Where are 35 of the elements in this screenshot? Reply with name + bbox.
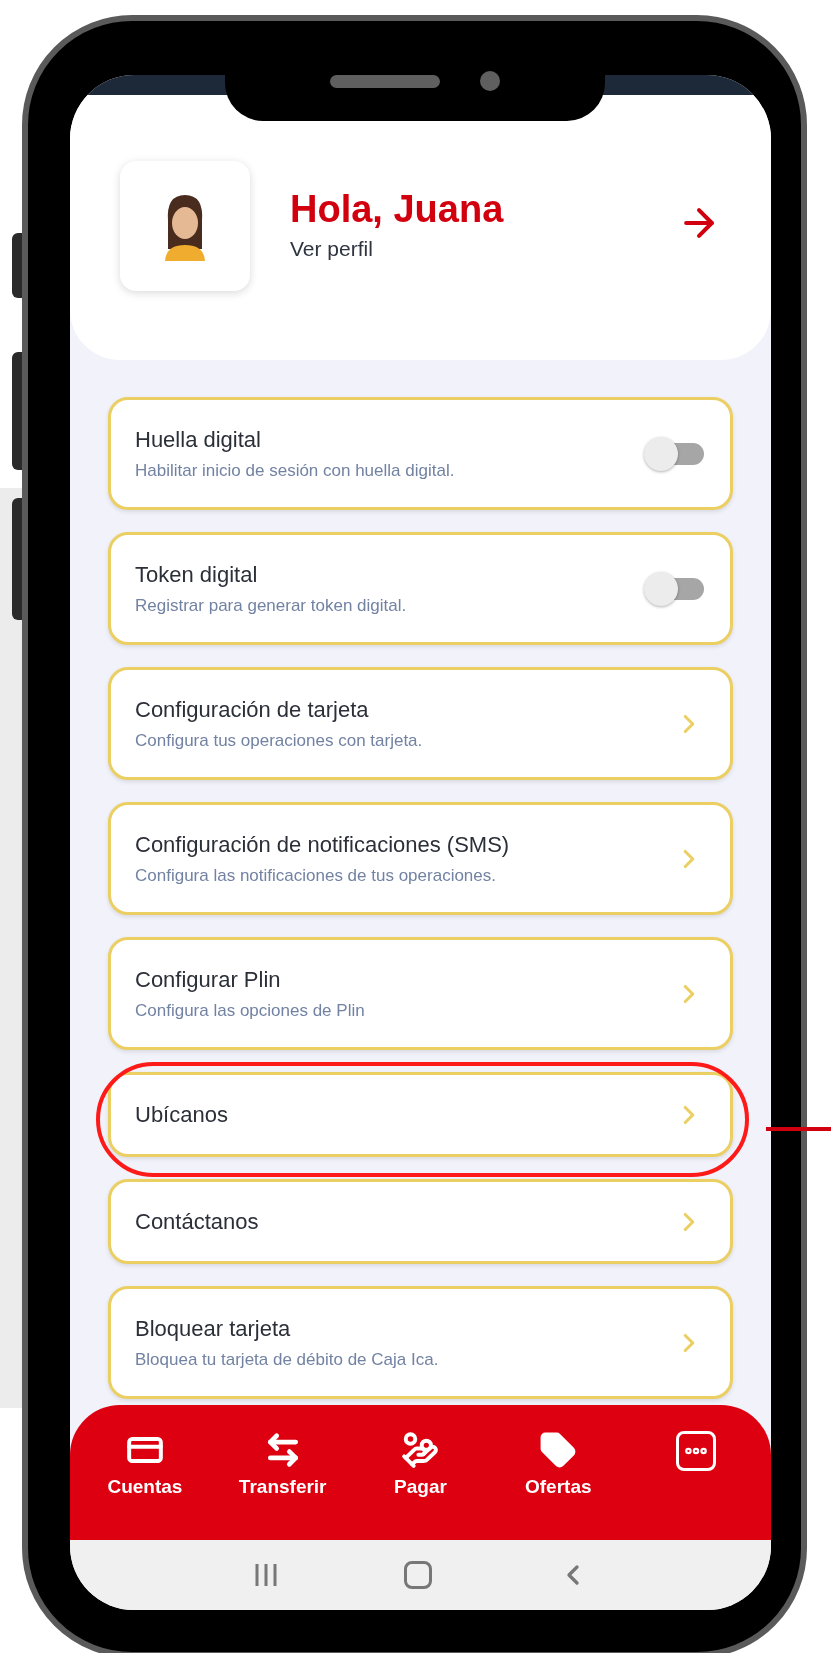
more-icon bbox=[676, 1431, 717, 1471]
setting-subtitle: Configura las notificaciones de tus operaciones. bbox=[135, 865, 497, 888]
toggle-switch[interactable] bbox=[644, 571, 704, 606]
setting-title: Bloquear tarjeta bbox=[135, 1315, 292, 1344]
setting-title: Ubícanos bbox=[135, 1101, 228, 1129]
setting-subtitle: Configura las opciones de Plin bbox=[135, 1000, 365, 1023]
settings-card[interactable]: Configuración de tarjeta Configura tus operaciones con tarjeta. bbox=[108, 667, 733, 780]
settings-card[interactable]: Token digital Registrar para generar token digital. bbox=[108, 532, 733, 645]
nav-tab[interactable]: Pagar bbox=[355, 1431, 486, 1502]
camera-lens bbox=[480, 71, 500, 91]
settings-card[interactable]: Huella digital Habilitar inicio de sesión con huella digital. bbox=[108, 397, 733, 510]
settings-card[interactable]: Contáctanos bbox=[108, 1179, 733, 1264]
toggle-switch[interactable] bbox=[644, 436, 704, 471]
setting-title: Configuración de tarjeta bbox=[135, 696, 370, 725]
profile-link[interactable]: Ver perfil bbox=[290, 233, 504, 265]
setting-subtitle: Habilitar inicio de sesión con huella digital. bbox=[135, 460, 455, 483]
setting-subtitle: Registrar para generar token digital. bbox=[135, 595, 407, 618]
setting-title: Configuración de notificaciones (SMS) bbox=[135, 831, 510, 860]
nav-tab[interactable]: Ofertas bbox=[493, 1431, 624, 1502]
setting-title: Huella digital bbox=[135, 426, 262, 455]
setting-title: Configurar Plin bbox=[135, 966, 282, 995]
tag-icon bbox=[539, 1431, 578, 1469]
settings-card[interactable]: Bloquear tarjeta Bloquea tu tarjeta de débito de Caja Ica. bbox=[108, 1286, 733, 1399]
settings-card[interactable]: Ubícanos bbox=[108, 1072, 733, 1157]
settings-card[interactable]: Configuración de notificaciones (SMS) Configura las notificaciones de tus operaciones. bbox=[108, 802, 733, 915]
setting-subtitle: Bloquea tu tarjeta de débito de Caja Ica. bbox=[135, 1349, 439, 1372]
settings-card[interactable]: Configurar Plin Configura las opciones de Plin bbox=[108, 937, 733, 1050]
nav-tab[interactable]: Cuentas bbox=[79, 1431, 210, 1502]
setting-title: Token digital bbox=[135, 561, 259, 590]
nav-tab[interactable]: Transferir bbox=[217, 1431, 348, 1502]
setting-title: Contáctanos bbox=[135, 1208, 259, 1236]
home-button-icon[interactable] bbox=[403, 1561, 432, 1589]
setting-subtitle: Configura tus operaciones con tarjeta. bbox=[135, 730, 423, 753]
hand-coin-icon bbox=[401, 1431, 440, 1469]
greeting-title: Hola, Juana bbox=[290, 187, 504, 231]
